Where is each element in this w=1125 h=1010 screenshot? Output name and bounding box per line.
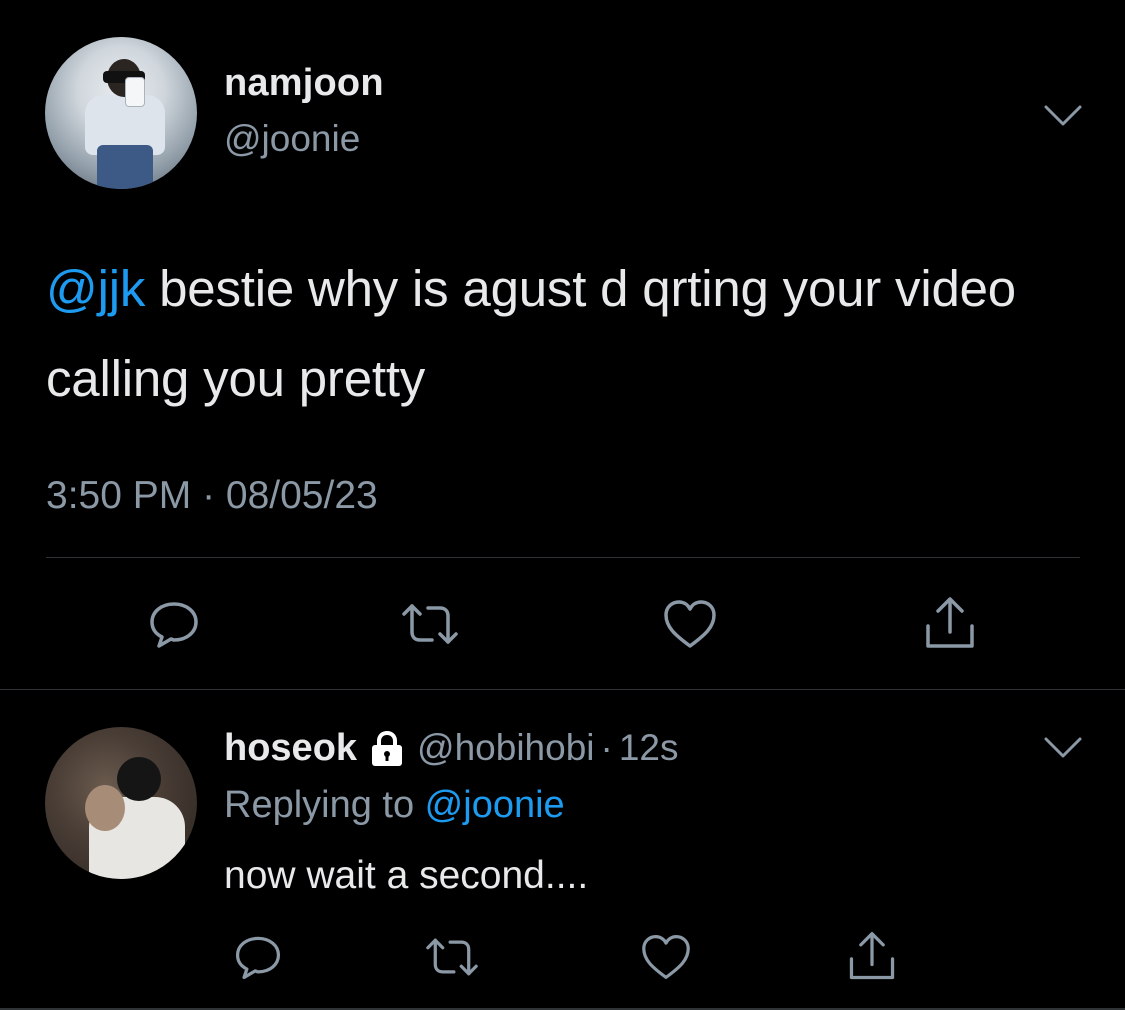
user-handle[interactable]: @hobihobi bbox=[417, 727, 594, 769]
retweet-icon[interactable] bbox=[398, 592, 462, 656]
separator: · bbox=[600, 727, 613, 768]
chevron-down-icon[interactable] bbox=[1043, 104, 1083, 128]
reply-icon[interactable] bbox=[226, 925, 290, 989]
display-name[interactable]: namjoon bbox=[224, 62, 384, 105]
replying-to: Replying to @joonie bbox=[224, 784, 565, 827]
mention-link[interactable]: @joonie bbox=[425, 784, 565, 826]
reply-icon[interactable] bbox=[142, 592, 206, 656]
display-name[interactable]: hoseok bbox=[224, 727, 357, 770]
tweet-text: @jjk bestie why is agust d qrting your v… bbox=[46, 244, 1086, 424]
chevron-down-icon[interactable] bbox=[1043, 736, 1083, 760]
divider bbox=[46, 557, 1080, 558]
mention-link[interactable]: @jjk bbox=[46, 260, 145, 317]
replying-prefix: Replying to bbox=[224, 784, 425, 826]
retweet-icon[interactable] bbox=[420, 925, 484, 989]
share-icon[interactable] bbox=[918, 592, 982, 656]
tweet-thread: namjoon @joonie @jjk bestie why is agust… bbox=[0, 0, 1125, 1010]
like-icon[interactable] bbox=[634, 925, 698, 989]
relative-time[interactable]: 12s bbox=[619, 727, 679, 769]
tweet-text: now wait a second.... bbox=[224, 854, 589, 897]
tweet-body: bestie why is agust d qrting your video … bbox=[46, 260, 1016, 407]
reply-header: hoseok @hobihobi · 12s bbox=[224, 724, 679, 772]
divider bbox=[0, 689, 1125, 690]
main-tweet[interactable]: namjoon @joonie @jjk bestie why is agust… bbox=[0, 0, 1125, 690]
like-icon[interactable] bbox=[658, 592, 722, 656]
user-handle[interactable]: @joonie bbox=[224, 118, 360, 160]
timestamp[interactable]: 3:50 PM · 08/05/23 bbox=[46, 474, 378, 518]
lock-icon bbox=[369, 730, 405, 766]
share-icon[interactable] bbox=[840, 925, 904, 989]
avatar[interactable] bbox=[45, 37, 197, 189]
avatar[interactable] bbox=[45, 727, 197, 879]
